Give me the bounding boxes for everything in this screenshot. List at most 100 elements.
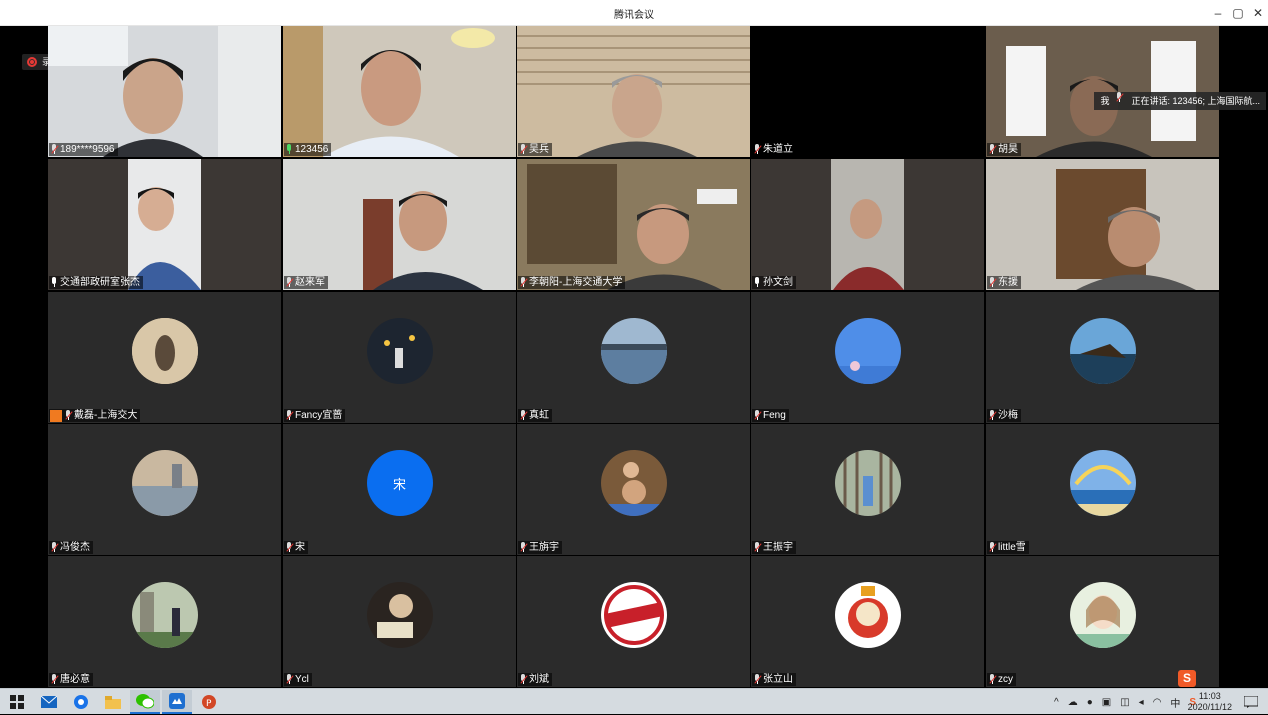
network-icon[interactable]: ◫ — [1120, 697, 1129, 708]
mic-muted-icon — [1115, 92, 1125, 103]
participant-name-tag: 赵来军 — [284, 276, 328, 289]
avatar — [834, 582, 901, 648]
host-icon — [50, 409, 62, 422]
mic-muted-icon — [285, 277, 294, 288]
cloud-icon[interactable]: ☁ — [1068, 697, 1078, 708]
participant-tile[interactable]: 李朝阳-上海交通大学 — [517, 159, 750, 290]
participant-name-tag: little雪 — [987, 541, 1029, 554]
participant-name: 王振宇 — [763, 542, 793, 553]
participant-name-tag: 王振宇 — [752, 541, 796, 554]
participant-tile[interactable]: 沙梅 — [986, 292, 1219, 423]
powerpoint-icon[interactable]: P — [194, 690, 224, 714]
participant-tile[interactable]: 赵来军 — [283, 159, 516, 290]
mic-muted-icon — [988, 542, 997, 553]
mic-muted-icon — [519, 542, 528, 553]
participant-name: 吴兵 — [529, 144, 549, 155]
file-explorer-icon[interactable] — [98, 690, 128, 714]
video-feed — [48, 26, 281, 157]
mic-muted-icon — [50, 674, 59, 685]
participant-tile[interactable]: 交通部政研室张杰 — [48, 159, 281, 290]
participant-tile[interactable]: Ycl — [283, 556, 516, 687]
avatar — [131, 450, 198, 516]
participant-name: 戴磊-上海交大 — [74, 410, 138, 421]
participant-tile[interactable]: 真虹 — [517, 292, 750, 423]
windows-start-icon[interactable] — [2, 690, 32, 714]
close-button[interactable]: ✕ — [1248, 3, 1268, 23]
participant-tile[interactable]: zcy — [986, 556, 1219, 687]
speaking-me-label: 我 — [1100, 96, 1110, 106]
mic-muted-icon — [988, 277, 997, 288]
security-icon[interactable]: ▣ — [1102, 697, 1111, 708]
participant-tile[interactable]: Feng — [751, 292, 984, 423]
clock[interactable]: 11:03 2020/11/12 — [1188, 691, 1232, 713]
participant-name: 沙梅 — [998, 410, 1018, 421]
video-feed — [517, 26, 750, 157]
mic-muted-icon — [988, 410, 997, 421]
participant-tile[interactable]: 宋 宋 — [283, 424, 516, 555]
participant-tile[interactable]: 189****9596 — [48, 26, 281, 157]
avatar: 宋 — [366, 450, 433, 516]
title-bar: 腾讯会议 – ▢ ✕ — [0, 0, 1268, 26]
participant-tile[interactable]: little雪 — [986, 424, 1219, 555]
participant-tile[interactable]: 唐必意 — [48, 556, 281, 687]
participant-tile[interactable]: 朱道立 — [751, 26, 984, 157]
participant-tile[interactable]: 123456 — [283, 26, 516, 157]
participant-name: 189****9596 — [60, 144, 115, 155]
participant-name-tag: 唐必意 — [49, 673, 93, 686]
participant-name-tag: 孙文剑 — [752, 276, 796, 289]
participant-tile[interactable]: 王旃宇 — [517, 424, 750, 555]
mic-muted-icon — [285, 674, 294, 685]
speaking-text: 正在讲话: 123456; 上海国际航... — [1131, 96, 1260, 106]
mic-muted-icon — [753, 410, 762, 421]
mail-icon[interactable] — [34, 690, 64, 714]
wechat-icon[interactable] — [130, 690, 160, 714]
participant-name: 赵来军 — [295, 277, 325, 288]
mic-muted-icon — [753, 674, 762, 685]
participant-tile[interactable]: 戴磊-上海交大 — [48, 292, 281, 423]
notification-icon[interactable] — [1236, 690, 1266, 714]
mic-muted-icon — [285, 410, 294, 421]
participant-tile[interactable]: Fancy宜蔷 — [283, 292, 516, 423]
participant-name-tag: 真虹 — [518, 409, 552, 422]
avatar-letter: 宋 — [392, 477, 406, 492]
record-icon — [27, 57, 37, 67]
browser-icon[interactable] — [66, 690, 96, 714]
participant-tile[interactable]: 刘斌 — [517, 556, 750, 687]
participant-tile[interactable]: 吴兵 — [517, 26, 750, 157]
video-feed — [517, 159, 750, 290]
clock-time: 11:03 — [1198, 691, 1221, 701]
participant-name: 孙文剑 — [763, 277, 793, 288]
participant-name-tag: Fancy宜蔷 — [284, 409, 346, 422]
participant-name-tag: 123456 — [284, 143, 332, 156]
participant-tile[interactable]: 冯俊杰 — [48, 424, 281, 555]
chevron-up-icon[interactable]: ^ — [1054, 697, 1059, 708]
avatar — [600, 450, 667, 516]
participant-name: 唐必意 — [60, 674, 90, 685]
mic-muted-icon — [988, 674, 997, 685]
window-title: 腾讯会议 — [614, 10, 654, 21]
mic-muted-icon — [64, 410, 73, 421]
mic-muted-icon — [285, 542, 294, 553]
sogou-ime-icon[interactable]: S — [1178, 670, 1196, 687]
participant-name: 胡昊 — [998, 144, 1018, 155]
participant-name: Fancy宜蔷 — [295, 410, 343, 421]
participant-tile[interactable]: 东援 — [986, 159, 1219, 290]
participant-tile[interactable]: 孙文剑 — [751, 159, 984, 290]
participant-tile[interactable]: 王振宇 — [751, 424, 984, 555]
participant-name: 真虹 — [529, 410, 549, 421]
microphone-icon[interactable]: ● — [1087, 697, 1093, 708]
mic-muted-icon — [519, 674, 528, 685]
restore-button[interactable]: ▢ — [1228, 3, 1248, 23]
wifi-icon[interactable]: ◠ — [1153, 697, 1162, 708]
mic-muted-icon — [50, 144, 59, 155]
participant-name-tag: 戴磊-上海交大 — [49, 409, 141, 422]
participant-name-tag: 冯俊杰 — [49, 541, 93, 554]
mic-muted-icon — [519, 410, 528, 421]
participant-tile[interactable]: 张立山 — [751, 556, 984, 687]
tencent-meeting-icon[interactable] — [162, 690, 192, 714]
minimize-button[interactable]: – — [1208, 3, 1228, 23]
avatar — [600, 582, 667, 648]
ime-indicator[interactable]: 中 — [1170, 695, 1180, 710]
volume-icon[interactable]: ◂ — [1139, 697, 1144, 708]
participant-name-tag: 189****9596 — [49, 143, 118, 156]
